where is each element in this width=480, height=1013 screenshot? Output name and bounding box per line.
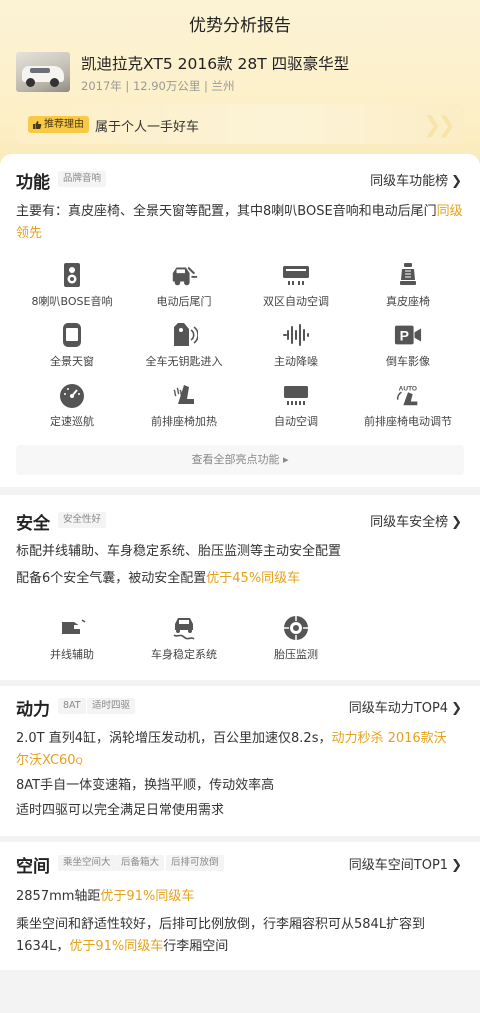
- tire-pressure-icon: [284, 616, 308, 640]
- sunroof-icon: [63, 323, 81, 347]
- function-title: 功能: [16, 173, 50, 193]
- leather-seat-icon: [400, 263, 416, 285]
- stability-icon: [173, 618, 195, 640]
- safety-rank-link[interactable]: 同级车安全榜 ❯: [370, 511, 462, 530]
- seat-adjust-icon: AUTO: [396, 385, 418, 406]
- dual-ac-icon: [283, 266, 309, 285]
- noise-cancel-icon: [283, 324, 309, 346]
- feature-item[interactable]: 主动降噪: [240, 322, 352, 369]
- space-section: 空间 乘坐空间大 后备箱大 后排可放倒 同级车空间TOP1 ❯ 2857mm轴距优…: [0, 842, 480, 970]
- auto-ac-icon: [284, 386, 308, 405]
- cruise-icon: [60, 384, 84, 408]
- view-all-features-button[interactable]: 查看全部亮点功能 ▸: [16, 445, 464, 475]
- feature-item[interactable]: 电动后尾门: [128, 262, 240, 309]
- feature-item[interactable]: 定速巡航: [16, 382, 128, 429]
- car-title: 凯迪拉克XT5 2016款 28T 四驱豪华型: [81, 55, 350, 73]
- power-line-3: 适时四驱可以完全满足日常使用需求: [16, 803, 225, 818]
- space-line-2: 乘坐空间和舒适性较好，后排可比例放倒，行李厢容积可从584L扩容到 1634L，优…: [16, 917, 426, 954]
- chevron-decoration-icon: ❯❯: [423, 113, 456, 138]
- parking-camera-icon: P: [394, 325, 422, 345]
- power-tag: 8AT: [58, 698, 86, 714]
- lane-assist-icon: [62, 619, 86, 634]
- report-header: 优势分析报告 凯迪拉克XT5 2016款 28T 四驱豪华型 2017年 | 1…: [0, 0, 480, 170]
- thumbs-up-icon: [33, 120, 42, 129]
- space-tag: 乘坐空间大: [58, 855, 116, 871]
- chevron-right-icon: ❯: [451, 701, 462, 716]
- safety-tag: 安全性好: [58, 512, 107, 528]
- feature-item[interactable]: 并线辅助: [16, 615, 128, 662]
- safety-section: 安全 安全性好 同级车安全榜 ❯ 标配并线辅助、车身稳定系统、胎压监测等主动安全配…: [0, 495, 480, 680]
- power-section: 动力 8AT 适时四驱 同级车动力TOP4 ❯ 2.0T 直列4缸，涡轮增压发动机…: [0, 686, 480, 836]
- recommend-reason-tag: 推荐理由: [28, 116, 89, 133]
- feature-item[interactable]: AUTO 前排座椅电动调节: [352, 382, 464, 429]
- safety-line-1: 标配并线辅助、车身稳定系统、胎压监测等主动安全配置: [16, 544, 342, 559]
- power-title: 动力: [16, 700, 50, 720]
- page-title: 优势分析报告: [189, 16, 291, 36]
- power-tag: 适时四驱: [87, 698, 136, 714]
- chevron-right-icon: ❯: [451, 515, 462, 530]
- car-subtitle: 2017年 | 12.90万公里 | 兰州: [81, 79, 235, 93]
- feature-item[interactable]: 真皮座椅: [352, 262, 464, 309]
- space-rank-link[interactable]: 同级车空间TOP1 ❯: [349, 854, 462, 873]
- feature-item[interactable]: 自动空调: [240, 382, 352, 429]
- feature-item[interactable]: 车身稳定系统: [128, 615, 240, 662]
- tailgate-icon: [172, 266, 198, 286]
- recommend-reason-text: 属于个人一手好车: [95, 120, 200, 135]
- function-tag: 品牌音响: [58, 171, 107, 187]
- chevron-right-icon: ❯: [451, 174, 462, 189]
- power-line-1: 2.0T 直列4缸，涡轮增压发动机，百公里加速仅8.2s，动力秒杀 2016款沃…: [16, 731, 447, 768]
- safety-title: 安全: [16, 514, 50, 534]
- feature-item[interactable]: 全车无钥匙进入: [128, 322, 240, 369]
- function-rank-link[interactable]: 同级车功能榜 ❯: [370, 170, 462, 189]
- power-line-2: 8AT手自一体变速箱，换挡平顺，传动效率高: [16, 778, 275, 793]
- feature-item[interactable]: 前排座椅加热: [128, 382, 240, 429]
- feature-item[interactable]: 双区自动空调: [240, 262, 352, 309]
- feature-item[interactable]: 8喇叭BOSE音响: [16, 262, 128, 309]
- function-description: 主要有：真皮座椅、全景天窗等配置，其中8喇叭BOSE音响和电动后尾门同级领先: [16, 204, 463, 241]
- car-thumbnail[interactable]: [16, 52, 70, 92]
- feature-item[interactable]: P 倒车影像: [352, 322, 464, 369]
- recommend-reason-banner: 推荐理由 属于个人一手好车 ❯❯: [16, 104, 464, 144]
- space-tag: 后备箱大: [116, 855, 165, 871]
- feature-item[interactable]: 全景天窗: [16, 322, 128, 369]
- svg-text:AUTO: AUTO: [399, 385, 417, 392]
- safety-line-2: 配备6个安全气囊，被动安全配置优于45%同级车: [16, 571, 301, 586]
- space-line-1: 2857mm轴距优于91%同级车: [16, 889, 195, 904]
- feature-item[interactable]: 胎压监测: [240, 615, 352, 662]
- space-title: 空间: [16, 857, 50, 877]
- speaker-icon: [64, 263, 80, 287]
- keyless-icon: [174, 323, 198, 346]
- power-rank-link[interactable]: 同级车动力TOP4 ❯: [349, 697, 462, 716]
- seat-heat-icon: [173, 385, 194, 404]
- function-section: 功能 品牌音响 同级车功能榜 ❯ 主要有：真皮座椅、全景天窗等配置，其中8喇叭BO…: [0, 154, 480, 487]
- space-tag: 后排可放倒: [166, 855, 224, 871]
- chevron-right-icon: ❯: [451, 858, 462, 873]
- svg-text:P: P: [400, 328, 409, 344]
